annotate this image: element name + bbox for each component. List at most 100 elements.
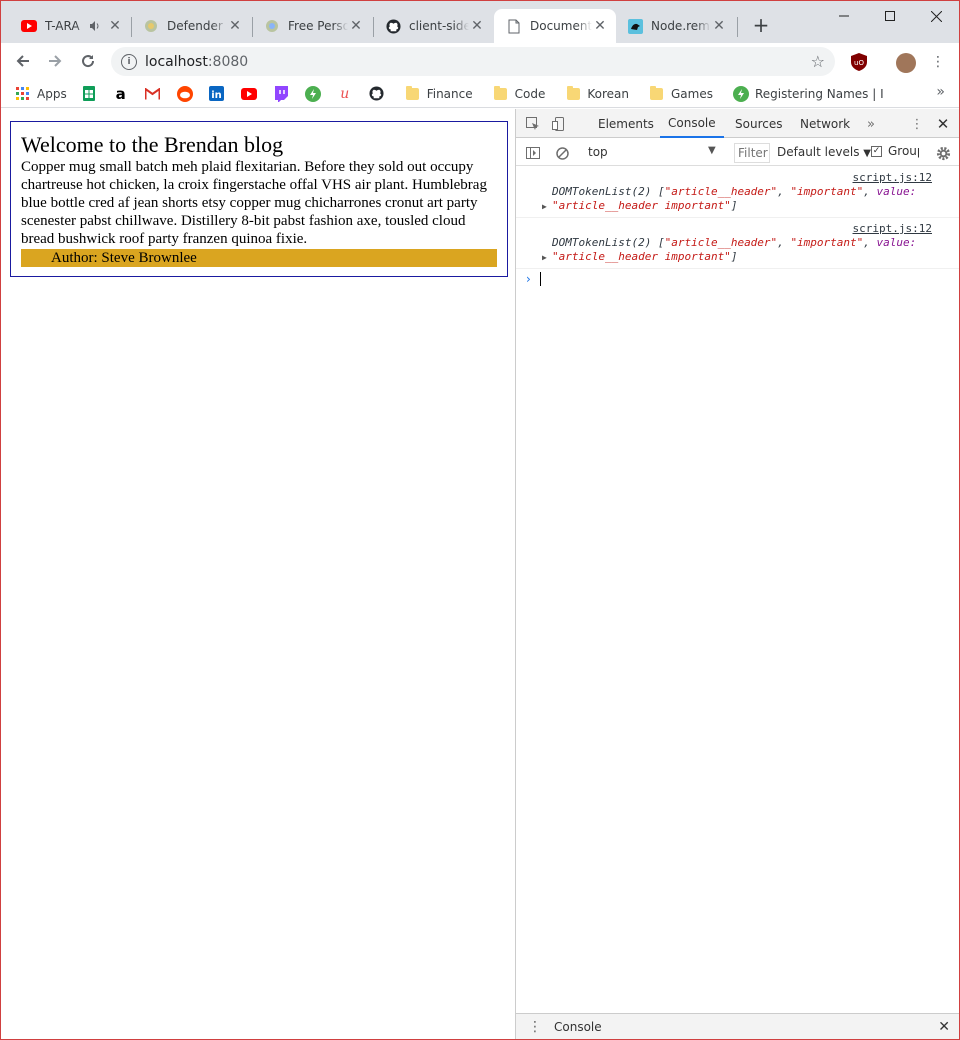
gear-icon[interactable] [934, 144, 952, 162]
folder-icon [493, 85, 509, 102]
amazon-icon: a [115, 84, 126, 103]
console-message[interactable]: script.js:12 ▶ DOMTokenList(2) ["article… [516, 218, 959, 269]
minimize-button[interactable] [821, 1, 867, 31]
close-icon[interactable]: ✕ [938, 1019, 950, 1035]
info-icon[interactable]: i [121, 53, 137, 70]
bookmark-code[interactable]: Code [493, 82, 545, 106]
bookmark-reddit[interactable] [176, 82, 199, 106]
device-toolbar-icon[interactable] [550, 115, 568, 133]
forward-button[interactable] [41, 47, 69, 75]
bookmark-gmail[interactable] [145, 82, 167, 106]
tab-title: Document [530, 19, 592, 33]
expand-triangle-icon[interactable]: ▶ [542, 251, 547, 265]
log-levels-dropdown[interactable]: Default levels ▼ [777, 145, 871, 159]
message-value: "article__header important" [552, 250, 731, 263]
tab-network[interactable]: Network [800, 109, 850, 138]
folder-icon [565, 85, 581, 102]
close-icon[interactable]: ✕ [107, 18, 123, 34]
close-icon[interactable]: ✕ [934, 115, 952, 133]
back-button[interactable] [9, 47, 37, 75]
tab-t-ara[interactable]: T-ARA ✕ [9, 9, 131, 43]
bookmark-label: Korean [587, 86, 629, 101]
source-link[interactable]: script.js:12 [552, 171, 932, 185]
devtools-panel: Elements Console Sources Network » ⋮ ✕ t… [515, 109, 959, 1039]
console-toolbar: top ▼ Filter Default levels ▼ ✓ Group sim… [516, 139, 959, 166]
devtools-drawer: ⋮ Console ✕ [516, 1013, 959, 1039]
tab-title: Free Perso [288, 19, 348, 33]
bookmark-korean[interactable]: Korean [565, 82, 629, 106]
bookmark-youtube[interactable] [240, 82, 263, 106]
new-tab-button[interactable]: + [749, 13, 773, 37]
message-body: DOMTokenList(2) ["article__header", "imp… [552, 185, 917, 212]
close-icon[interactable]: ✕ [711, 18, 727, 34]
expand-triangle-icon[interactable]: ▶ [542, 200, 547, 214]
drawer-menu-icon[interactable]: ⋮ [528, 1019, 542, 1035]
chevron-down-icon[interactable]: ▼ [708, 145, 716, 156]
filter-input[interactable]: Filter [734, 143, 770, 163]
close-icon[interactable]: ✕ [592, 18, 608, 34]
speaker-icon[interactable] [87, 18, 103, 34]
message-key: value: [876, 236, 917, 249]
devtools-menu-icon[interactable]: ⋮ [908, 115, 926, 133]
close-icon[interactable]: ✕ [348, 18, 364, 34]
folder-icon [405, 85, 421, 102]
group-similar-checkbox[interactable]: ✓ Group similar [871, 144, 919, 158]
bookmark-linkedin[interactable]: in [209, 82, 231, 106]
article-heading: Welcome to the Brendan blog [21, 132, 284, 157]
message-item: "article__header" [664, 185, 778, 198]
tab-document[interactable]: Document ✕ [494, 9, 616, 43]
tab-elements[interactable]: Elements [598, 109, 654, 138]
checkbox-icon: ✓ [871, 145, 882, 157]
bookmarks-overflow-icon[interactable]: » [936, 84, 945, 100]
console-message[interactable]: script.js:12 ▶ DOMTokenList(2) ["article… [516, 167, 959, 218]
tab-console[interactable]: Console [660, 109, 724, 138]
article: Welcome to the Brendan blog Copper mug s… [10, 121, 508, 277]
close-window-button[interactable] [913, 1, 959, 31]
bookmark-apps[interactable]: Apps [15, 82, 67, 106]
bookmark-star-icon[interactable]: ☆ [811, 52, 825, 71]
bookmarks-bar: Apps a in u Finance Code Korean Games Re… [1, 80, 959, 108]
more-menu-icon[interactable]: ⋮ [929, 53, 947, 71]
bookmark-games[interactable]: Games [649, 82, 713, 106]
bookmark-label: Apps [37, 86, 67, 101]
clear-console-icon[interactable] [553, 144, 571, 162]
bookmark-udemy[interactable]: u [337, 82, 359, 106]
context-selector[interactable]: top [588, 145, 608, 159]
source-link[interactable]: script.js:12 [552, 222, 932, 236]
close-icon[interactable]: ✕ [469, 18, 485, 34]
message-item: "article__header" [664, 236, 778, 249]
bookmark-github[interactable] [369, 82, 391, 106]
github-icon [369, 86, 385, 102]
bookmark-sheets[interactable] [81, 82, 103, 106]
bookmark-amazon[interactable]: a [113, 82, 135, 106]
ublock-icon[interactable]: uO [850, 53, 868, 71]
reload-button[interactable] [74, 47, 102, 75]
message-value: "article__header important" [552, 199, 731, 212]
bookmark-bolt[interactable] [304, 82, 327, 106]
svg-text:in: in [211, 90, 222, 101]
text-caret [540, 272, 541, 286]
reddit-icon [176, 85, 193, 102]
tab-node-remote[interactable]: Node.remo ✕ [615, 9, 735, 43]
drawer-tab-console[interactable]: Console [546, 1014, 610, 1039]
bolt-icon [732, 85, 749, 102]
tab-sources[interactable]: Sources [735, 109, 782, 138]
close-icon[interactable]: ✕ [227, 18, 243, 34]
tab-client-side[interactable]: client-side ✕ [373, 9, 493, 43]
bookmark-registering-names[interactable]: Registering Names | I [732, 82, 883, 106]
inspect-element-icon[interactable] [524, 115, 542, 133]
bookmark-finance[interactable]: Finance [405, 82, 473, 106]
log-levels-label: Default levels [777, 145, 860, 159]
console-prompt[interactable]: › [516, 269, 959, 289]
more-tabs-icon[interactable]: » [862, 115, 880, 133]
chevron-down-icon: ▼ [863, 148, 871, 159]
address-bar[interactable]: i localhost:8080 ☆ [111, 47, 835, 76]
tab-defender[interactable]: Defender F ✕ [131, 9, 251, 43]
bookmark-twitch[interactable] [273, 82, 295, 106]
tab-free-person[interactable]: Free Perso ✕ [252, 9, 372, 43]
sidebar-toggle-icon[interactable] [524, 144, 542, 162]
maximize-button[interactable] [867, 1, 913, 31]
message-item: "important" [790, 185, 864, 198]
avatar[interactable] [896, 53, 916, 73]
free-person-icon [264, 18, 280, 34]
